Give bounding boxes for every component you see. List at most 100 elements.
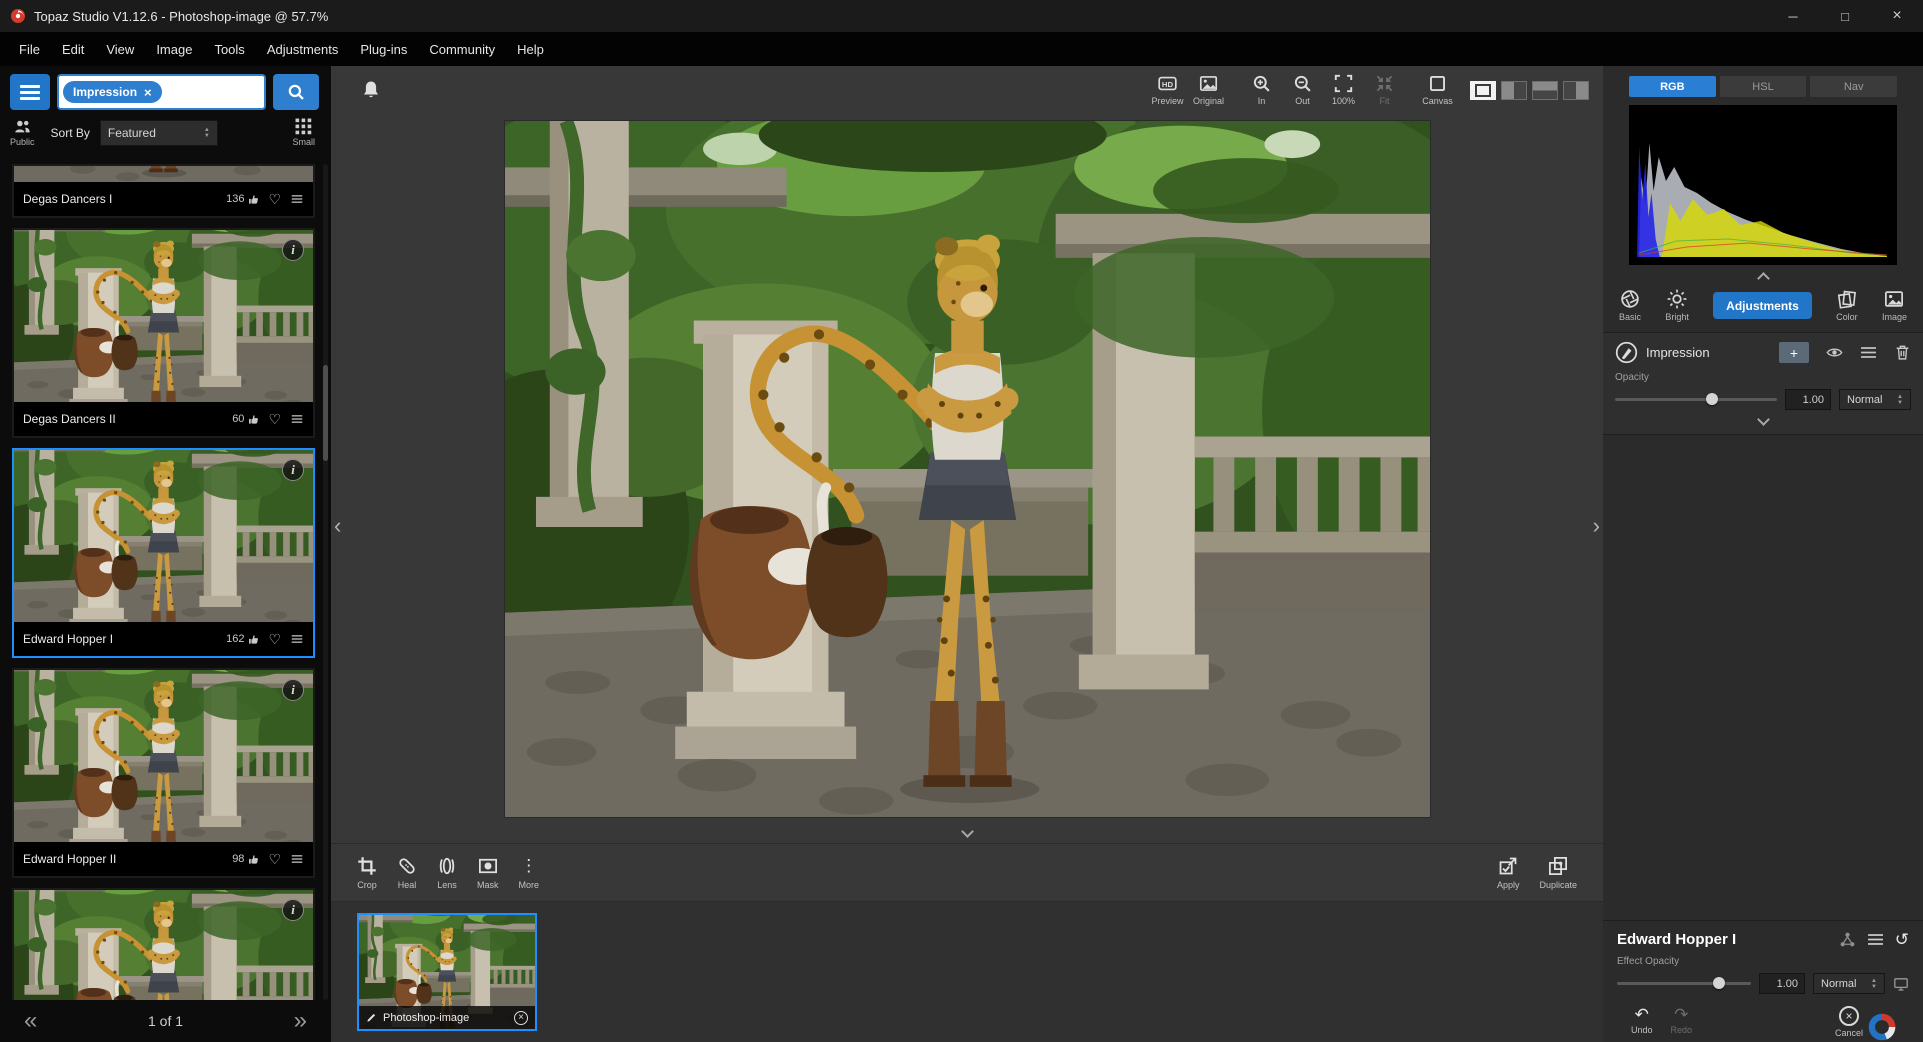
effect-opacity-slider-handle[interactable]: [1713, 977, 1726, 989]
crop-button[interactable]: Crop: [357, 855, 377, 890]
thumbs-up-icon[interactable]: [248, 194, 259, 205]
opacity-slider[interactable]: [1615, 393, 1777, 405]
effect-menu-icon[interactable]: [290, 193, 304, 205]
thumbs-up-icon[interactable]: [248, 414, 259, 425]
effect-item-degas-dancers-2[interactable]: i Degas Dancers II 60 ♡: [12, 228, 315, 438]
reset-effect-icon[interactable]: ↺: [1895, 931, 1909, 948]
tab-hsl[interactable]: HSL: [1719, 76, 1807, 97]
effect-info-button[interactable]: i: [282, 679, 304, 701]
view-split-horizontal-button[interactable]: [1532, 80, 1558, 100]
menu-adjustments[interactable]: Adjustments: [256, 42, 350, 57]
opacity-value[interactable]: 1.00: [1785, 389, 1831, 410]
menu-help[interactable]: Help: [506, 42, 555, 57]
adjustment-menu-icon[interactable]: [1860, 344, 1877, 361]
canvas-button[interactable]: Canvas: [1417, 74, 1458, 106]
dropdown-steppers-icon[interactable]: ▲ ▼: [1891, 394, 1903, 406]
previous-page-button[interactable]: «: [24, 1009, 37, 1033]
redo-button[interactable]: ↷ Redo: [1671, 1006, 1693, 1035]
effect-item-partial[interactable]: i: [12, 888, 315, 1000]
menu-file[interactable]: File: [8, 42, 51, 57]
visibility-eye-icon[interactable]: [1826, 344, 1843, 361]
favorite-icon[interactable]: ♡: [268, 852, 281, 866]
menu-community[interactable]: Community: [418, 42, 506, 57]
tab-rgb[interactable]: RGB: [1629, 76, 1716, 97]
more-button[interactable]: ⋮ More: [519, 856, 540, 890]
effect-item-edward-hopper-2[interactable]: i Edward Hopper II 98 ♡: [12, 668, 315, 878]
minimize-button[interactable]: ─: [1767, 0, 1819, 32]
display-icon[interactable]: [1893, 976, 1909, 992]
blend-mode-dropdown[interactable]: Normal ▲ ▼: [1839, 389, 1911, 410]
menu-tools[interactable]: Tools: [203, 42, 255, 57]
color-tool-button[interactable]: Color: [1836, 289, 1858, 322]
effect-item-edward-hopper-1[interactable]: i Edward Hopper I 162 ♡: [12, 448, 315, 658]
collapse-left-panel-button[interactable]: ‹: [334, 514, 341, 537]
close-image-icon[interactable]: ×: [514, 1010, 528, 1025]
effects-scrollbar[interactable]: [323, 164, 328, 1000]
view-split-vertical-button[interactable]: [1501, 80, 1527, 100]
effect-info-button[interactable]: i: [282, 899, 304, 921]
original-view-button[interactable]: Original: [1188, 74, 1229, 106]
trash-icon[interactable]: [1894, 344, 1911, 361]
collapse-adjustment-button[interactable]: [1615, 410, 1911, 432]
favorite-icon[interactable]: ♡: [268, 412, 281, 426]
effect-opacity-slider[interactable]: [1617, 977, 1751, 989]
zoom-in-button[interactable]: In: [1241, 74, 1282, 106]
effect-info-button[interactable]: i: [282, 459, 304, 481]
view-side-by-side-button[interactable]: [1563, 80, 1589, 100]
favorite-icon[interactable]: ♡: [268, 632, 281, 646]
collapse-histogram-button[interactable]: [1603, 265, 1923, 287]
share-nodes-icon[interactable]: [1839, 931, 1856, 948]
effect-item-degas-dancers-1[interactable]: Degas Dancers I 136 ♡: [12, 164, 315, 218]
notifications-bell-icon[interactable]: [361, 79, 381, 101]
menu-view[interactable]: View: [95, 42, 145, 57]
close-button[interactable]: ×: [1871, 0, 1923, 32]
fit-button[interactable]: Fit: [1364, 74, 1405, 106]
bright-tool-button[interactable]: Bright: [1665, 289, 1689, 322]
cancel-button[interactable]: × Cancel: [1835, 1006, 1863, 1038]
zoom-100-button[interactable]: 100%: [1323, 74, 1364, 106]
remove-tag-icon[interactable]: ×: [144, 85, 152, 100]
effect-info-button[interactable]: i: [282, 239, 304, 261]
next-page-button[interactable]: »: [294, 1009, 307, 1033]
image-tool-button[interactable]: Image: [1882, 289, 1907, 322]
view-single-button[interactable]: [1470, 80, 1496, 100]
collapse-right-panel-button[interactable]: ›: [1593, 514, 1600, 537]
menu-image[interactable]: Image: [145, 42, 203, 57]
thumbs-up-icon[interactable]: [248, 854, 259, 865]
effect-menu-icon[interactable]: [290, 413, 304, 425]
duplicate-button[interactable]: Duplicate: [1539, 856, 1577, 890]
main-image[interactable]: [504, 120, 1430, 817]
panel-menu-button[interactable]: [10, 74, 50, 110]
effect-menu-icon[interactable]: [290, 853, 304, 865]
maximize-button[interactable]: □: [1819, 0, 1871, 32]
adjustments-tab-button[interactable]: Adjustments: [1713, 292, 1812, 319]
favorite-icon[interactable]: ♡: [268, 192, 281, 206]
zoom-out-button[interactable]: Out: [1282, 74, 1323, 106]
dropdown-steppers-icon[interactable]: ▲ ▼: [1865, 978, 1877, 990]
search-button[interactable]: [273, 74, 319, 110]
search-tag-chip[interactable]: Impression ×: [63, 81, 162, 103]
menu-edit[interactable]: Edit: [51, 42, 95, 57]
thumbnail-size-button[interactable]: Small: [292, 118, 315, 147]
add-adjustment-button[interactable]: +: [1779, 342, 1809, 363]
search-input[interactable]: Impression ×: [57, 74, 266, 110]
opacity-slider-handle[interactable]: [1705, 393, 1718, 405]
heal-button[interactable]: Heal: [397, 856, 417, 890]
sort-dropdown[interactable]: Featured ▲ ▼: [99, 119, 218, 146]
tab-nav[interactable]: Nav: [1810, 76, 1898, 97]
effect-menu-icon[interactable]: [1867, 931, 1884, 948]
apply-button[interactable]: Apply: [1497, 856, 1519, 890]
public-filter-button[interactable]: Public: [10, 118, 35, 147]
effect-opacity-value[interactable]: 1.00: [1759, 973, 1805, 994]
save-progress-icon[interactable]: [1867, 1012, 1897, 1042]
preview-button[interactable]: Preview: [1147, 74, 1188, 106]
lens-button[interactable]: Lens: [437, 856, 457, 890]
menu-plugins[interactable]: Plug-ins: [349, 42, 418, 57]
mask-button[interactable]: Mask: [477, 856, 499, 890]
undo-button[interactable]: ↶ Undo: [1631, 1006, 1653, 1035]
collapse-toolbar-button[interactable]: [331, 823, 1603, 843]
filmstrip-thumbnail[interactable]: Photoshop-image ×: [357, 913, 537, 1031]
scrollbar-thumb[interactable]: [323, 364, 328, 461]
effect-blend-mode-dropdown[interactable]: Normal ▲ ▼: [1813, 973, 1885, 994]
dropdown-steppers-icon[interactable]: ▲ ▼: [198, 127, 210, 139]
